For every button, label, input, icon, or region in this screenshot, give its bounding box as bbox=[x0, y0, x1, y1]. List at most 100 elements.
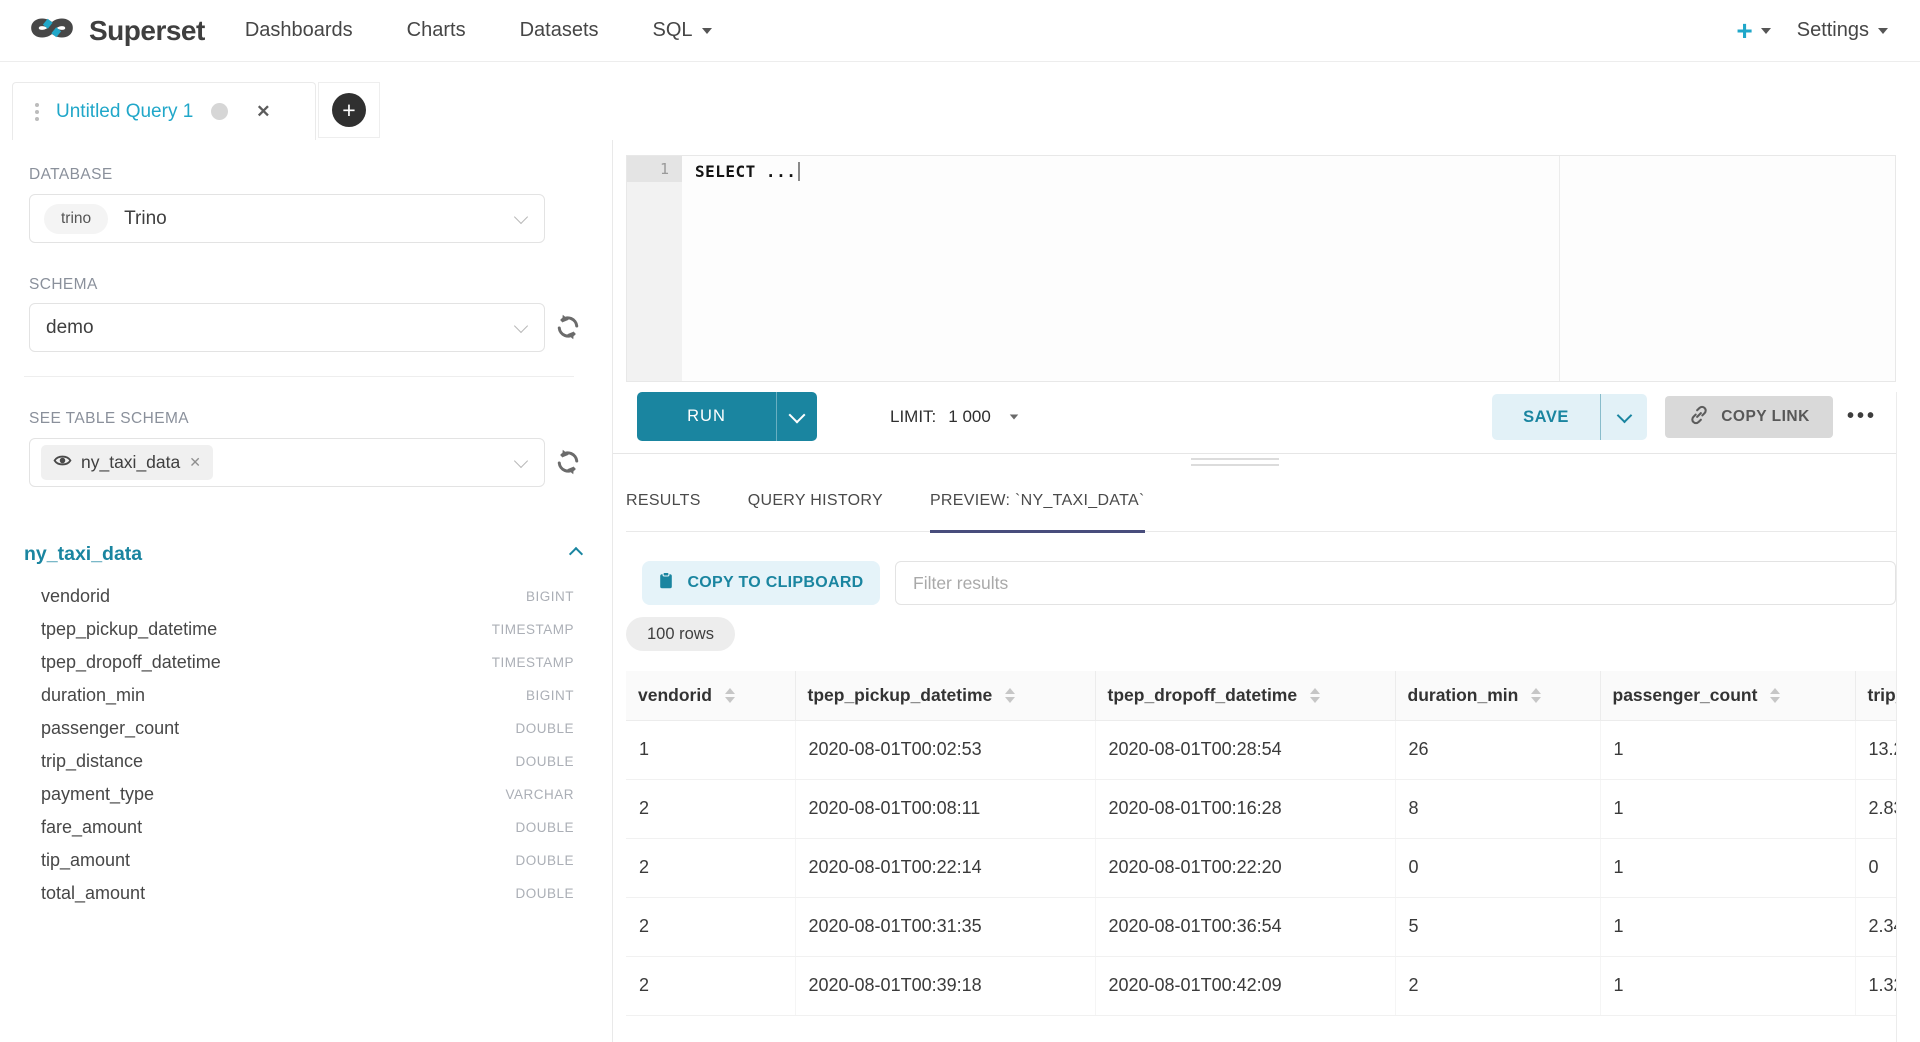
brand-name: Superset bbox=[89, 15, 205, 47]
close-tab-icon[interactable]: ✕ bbox=[256, 102, 270, 122]
table-cell: 2.34 bbox=[1855, 897, 1896, 956]
run-query-button[interactable]: RUN bbox=[637, 392, 817, 441]
schema-column-row[interactable]: tpep_dropoff_datetime TIMESTAMP bbox=[41, 646, 574, 679]
sort-icon[interactable] bbox=[1531, 688, 1541, 703]
limit-dropdown[interactable]: LIMIT: 1 000 bbox=[890, 392, 1019, 441]
add-tab-tile: + bbox=[318, 82, 380, 138]
column-name: vendorid bbox=[41, 586, 110, 607]
text-cursor bbox=[798, 162, 800, 181]
schema-column-row[interactable]: total_amount DOUBLE bbox=[41, 877, 574, 910]
column-type: VARCHAR bbox=[505, 787, 574, 802]
schema-column-row[interactable]: tpep_pickup_datetime TIMESTAMP bbox=[41, 613, 574, 646]
chevron-up-icon[interactable] bbox=[569, 547, 583, 561]
sort-icon[interactable] bbox=[1310, 688, 1320, 703]
remove-table-icon[interactable]: ✕ bbox=[189, 454, 201, 471]
table-cell: 2020-08-01T00:42:09 bbox=[1095, 956, 1395, 1015]
filter-results-input[interactable] bbox=[895, 561, 1896, 605]
query-tab[interactable]: Untitled Query 1 ✕ bbox=[12, 82, 316, 140]
schema-select[interactable]: demo bbox=[29, 303, 545, 352]
navbar-item[interactable]: SQL bbox=[653, 19, 712, 42]
grid-column-header[interactable]: vendorid bbox=[626, 671, 795, 720]
schema-column-row[interactable]: vendorid BIGINT bbox=[41, 580, 574, 613]
column-name: tpep_dropoff_datetime bbox=[41, 652, 221, 673]
database-label: DATABASE bbox=[29, 166, 113, 184]
table-select[interactable]: ny_taxi_data ✕ bbox=[29, 438, 545, 487]
database-select[interactable]: trino Trino bbox=[29, 194, 545, 243]
table-cell: 5 bbox=[1395, 897, 1600, 956]
table-schema-label: SEE TABLE SCHEMA bbox=[29, 410, 189, 428]
refresh-icon bbox=[553, 312, 583, 342]
column-type: DOUBLE bbox=[515, 853, 574, 868]
column-type: TIMESTAMP bbox=[492, 655, 574, 670]
column-type: BIGINT bbox=[526, 589, 574, 604]
refresh-tables-button[interactable] bbox=[551, 445, 585, 479]
grid-header-row: vendorid tpep_pickup_datetime tpep_dropo… bbox=[626, 671, 1896, 720]
table-cell: 1.32 bbox=[1855, 956, 1896, 1015]
query-tab-title[interactable]: Untitled Query 1 bbox=[56, 101, 193, 123]
navbar-item[interactable]: Datasets bbox=[520, 19, 599, 42]
sort-icon[interactable] bbox=[1005, 688, 1015, 703]
grid-column-header[interactable]: passenger_count bbox=[1600, 671, 1855, 720]
grid-column-header[interactable]: tpep_pickup_datetime bbox=[795, 671, 1095, 720]
results-tab[interactable]: QUERY HISTORY bbox=[748, 492, 883, 531]
chevron-down-icon bbox=[1878, 28, 1888, 34]
sidebar: DATABASE trino Trino SCHEMA demo SEE TAB… bbox=[0, 140, 613, 1042]
grid-column-header[interactable]: trip_d bbox=[1855, 671, 1896, 720]
sort-icon[interactable] bbox=[725, 688, 735, 703]
table-cell: 2 bbox=[626, 838, 795, 897]
column-name: total_amount bbox=[41, 883, 145, 904]
sort-icon[interactable] bbox=[1770, 688, 1780, 703]
splitter-drag-handle-icon[interactable] bbox=[1191, 458, 1279, 470]
pane-splitter[interactable] bbox=[613, 453, 1897, 454]
sql-code-editor[interactable]: 1 SELECT ... bbox=[626, 155, 1896, 382]
save-options-dropdown[interactable] bbox=[1601, 394, 1647, 440]
drag-handle-icon[interactable] bbox=[35, 103, 39, 121]
table-cell: 0 bbox=[1395, 838, 1600, 897]
copy-to-clipboard-button[interactable]: COPY TO CLIPBOARD bbox=[642, 561, 880, 605]
table-row: 22020-08-01T00:31:352020-08-01T00:36:545… bbox=[626, 897, 1896, 956]
sql-editor-panel: 1 SELECT ... RUN LIMIT: 1 000 SAVE bbox=[613, 140, 1920, 1042]
settings-dropdown[interactable]: Settings bbox=[1797, 19, 1888, 42]
results-tab-bar: RESULTS QUERY HISTORY PREVIEW: `NY_TAXI_… bbox=[626, 470, 1896, 532]
save-query-button[interactable]: SAVE bbox=[1492, 394, 1647, 440]
table-schema-section-header[interactable]: ny_taxi_data bbox=[24, 538, 581, 570]
schema-column-row[interactable]: fare_amount DOUBLE bbox=[41, 811, 574, 844]
run-options-dropdown[interactable] bbox=[777, 392, 817, 441]
line-number: 1 bbox=[627, 156, 682, 182]
copy-link-button[interactable]: COPY LINK bbox=[1665, 396, 1833, 438]
results-tab[interactable]: PREVIEW: `NY_TAXI_DATA` bbox=[930, 492, 1145, 531]
refresh-schemas-button[interactable] bbox=[551, 310, 585, 344]
grid-column-header[interactable]: tpep_dropoff_datetime bbox=[1095, 671, 1395, 720]
schema-column-row[interactable]: duration_min BIGINT bbox=[41, 679, 574, 712]
navbar-item[interactable]: Dashboards bbox=[245, 19, 353, 42]
column-name: tpep_pickup_datetime bbox=[41, 619, 217, 640]
schema-column-row[interactable]: trip_distance DOUBLE bbox=[41, 745, 574, 778]
results-grid[interactable]: vendorid tpep_pickup_datetime tpep_dropo… bbox=[626, 671, 1896, 1019]
superset-logo[interactable]: Superset bbox=[26, 11, 205, 50]
schema-column-row[interactable]: tip_amount DOUBLE bbox=[41, 844, 574, 877]
navbar-item[interactable]: Charts bbox=[407, 19, 466, 42]
table-cell: 2 bbox=[626, 897, 795, 956]
column-type: TIMESTAMP bbox=[492, 622, 574, 637]
column-name: trip_distance bbox=[41, 751, 143, 772]
editor-print-margin bbox=[1559, 156, 1560, 381]
table-name-heading: ny_taxi_data bbox=[24, 543, 142, 566]
limit-label: LIMIT: bbox=[890, 407, 936, 427]
selected-table-name: ny_taxi_data bbox=[81, 452, 180, 473]
add-tab-button[interactable]: + bbox=[332, 93, 366, 127]
schema-label: SCHEMA bbox=[29, 276, 98, 294]
grid-column-header[interactable]: duration_min bbox=[1395, 671, 1600, 720]
results-tab[interactable]: RESULTS bbox=[626, 492, 701, 531]
new-item-dropdown[interactable]: + bbox=[1736, 17, 1770, 45]
table-cell: 2020-08-01T00:16:28 bbox=[1095, 779, 1395, 838]
more-actions-button[interactable]: ••• bbox=[1847, 392, 1877, 441]
sidebar-divider bbox=[24, 376, 574, 377]
panel-right-edge bbox=[1896, 392, 1897, 1042]
schema-column-row[interactable]: passenger_count DOUBLE bbox=[41, 712, 574, 745]
chevron-down-icon bbox=[789, 406, 806, 423]
table-row: 12020-08-01T00:02:532020-08-01T00:28:542… bbox=[626, 720, 1896, 779]
schema-column-row[interactable]: payment_type VARCHAR bbox=[41, 778, 574, 811]
selected-table-tag: ny_taxi_data ✕ bbox=[41, 445, 213, 480]
table-cell: 2020-08-01T00:02:53 bbox=[795, 720, 1095, 779]
table-cell: 13.2 bbox=[1855, 720, 1896, 779]
